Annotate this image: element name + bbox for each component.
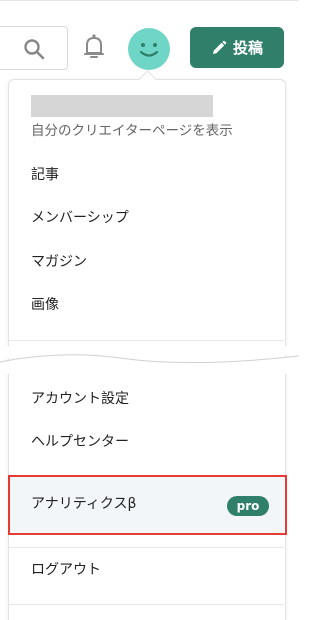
top-divider (0, 0, 299, 1)
menu-item-membership[interactable]: メンバーシップ (31, 208, 129, 228)
menu-item-help-center[interactable]: ヘルプセンター (31, 432, 129, 452)
menu-divider (9, 340, 284, 341)
search-box[interactable] (0, 26, 68, 70)
avatar[interactable] (128, 28, 170, 70)
search-icon[interactable] (23, 38, 45, 60)
pencil-icon (212, 40, 227, 54)
menu-divider (9, 547, 284, 548)
cut-wave-divider (0, 346, 299, 374)
smile-face-icon (139, 43, 159, 57)
creator-page-link[interactable]: 自分のクリエイターページを表示 (31, 121, 233, 141)
menu-item-articles[interactable]: 記事 (31, 165, 59, 185)
post-button[interactable]: 投稿 (190, 27, 284, 68)
menu-item-account-settings[interactable]: アカウント設定 (31, 389, 129, 409)
menu-item-logout[interactable]: ログアウト (31, 560, 101, 580)
user-name-placeholder (31, 95, 213, 117)
menu-item-analytics[interactable]: アナリティクスβ (31, 494, 136, 514)
menu-item-magazine[interactable]: マガジン (31, 252, 87, 272)
post-button-label: 投稿 (232, 39, 263, 57)
menu-item-images[interactable]: 画像 (31, 295, 59, 315)
pro-badge: pro (227, 496, 269, 516)
bell-icon[interactable] (82, 33, 106, 61)
bottom-divider (9, 604, 284, 605)
